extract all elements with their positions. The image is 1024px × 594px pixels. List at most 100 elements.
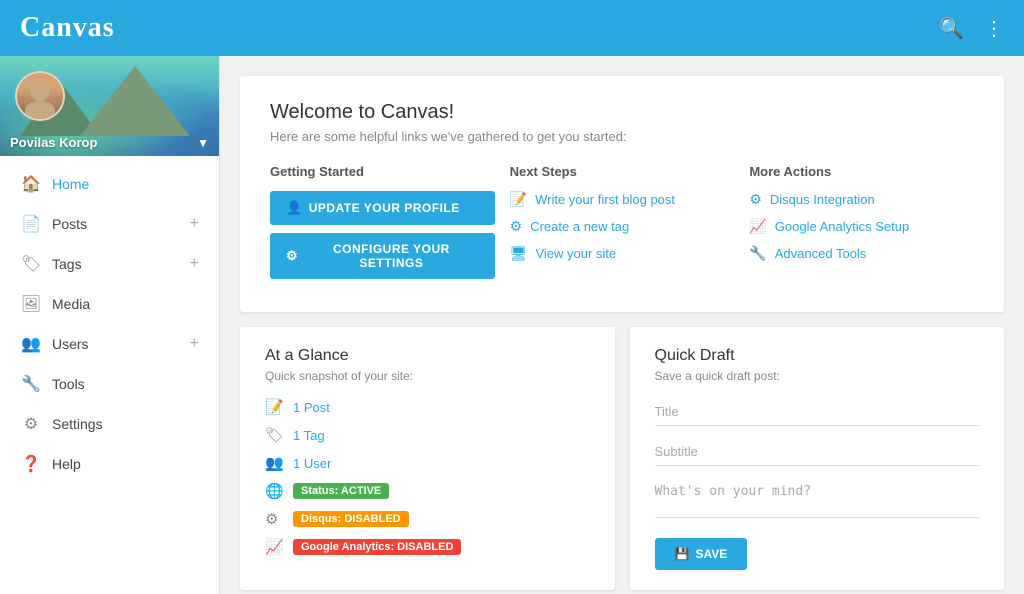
tags-count-link[interactable]: 1 Tag	[293, 428, 325, 443]
draft-title-input[interactable]	[655, 398, 980, 426]
media-icon: 🖼	[20, 294, 42, 314]
add-post-icon[interactable]: +	[190, 215, 199, 233]
disqus-glance-icon: ⚙	[265, 510, 283, 528]
glance-posts-item: 📝 1 Post	[265, 398, 590, 416]
glance-users-item: 👥 1 User	[265, 454, 590, 472]
disqus-badge: Disqus: DISABLED	[293, 511, 409, 527]
more-actions-col: More Actions ⚙ Disqus Integration 📈 Goog…	[749, 164, 974, 287]
sidebar-item-label: Home	[52, 176, 199, 192]
next-steps-heading: Next Steps	[510, 164, 735, 179]
welcome-card: Welcome to Canvas! Here are some helpful…	[240, 76, 1004, 312]
header: Canvas 🔍 ⋮	[0, 0, 1024, 56]
tools-icon: 🔧	[20, 374, 42, 394]
globe-icon: 🌐	[265, 482, 283, 500]
analytics-icon: 📈	[749, 218, 766, 235]
glance-disqus-item: ⚙ Disqus: DISABLED	[265, 510, 590, 528]
users-count-link[interactable]: 1 User	[293, 456, 331, 471]
user-icon: 👤	[286, 200, 303, 216]
sidebar-item-label: Posts	[52, 216, 190, 232]
update-profile-label: UPDATE YOUR PROFILE	[309, 201, 460, 215]
add-user-icon[interactable]: +	[190, 335, 199, 353]
save-icon: 💾	[675, 547, 690, 561]
sidebar-item-media[interactable]: 🖼 Media	[0, 284, 219, 324]
glance-tags-item: 🏷 1 Tag	[265, 426, 590, 444]
sidebar-item-help[interactable]: ❓ Help	[0, 444, 219, 484]
help-icon: ❓	[20, 454, 42, 474]
tags-icon: 🏷	[20, 254, 42, 274]
sidebar-item-tags[interactable]: 🏷 Tags +	[0, 244, 219, 284]
sidebar-item-label: Users	[52, 336, 190, 352]
create-tag-link[interactable]: ⚙ Create a new tag	[510, 218, 735, 235]
sidebar-item-label: Media	[52, 296, 199, 312]
tag-circle-icon: ⚙	[510, 218, 523, 235]
welcome-grid: Getting Started 👤 UPDATE YOUR PROFILE ⚙ …	[270, 164, 974, 287]
body-wrap: Povilas Korop ▼ 🏠 Home 📄 Posts + 🏷 Tags …	[0, 56, 1024, 594]
disqus-integration-link[interactable]: ⚙ Disqus Integration	[749, 191, 974, 208]
gear-icon: ⚙	[286, 248, 298, 264]
posts-icon: 📄	[20, 214, 42, 234]
google-analytics-link[interactable]: 📈 Google Analytics Setup	[749, 218, 974, 235]
configure-settings-button[interactable]: ⚙ CONFIGURE YOUR SETTINGS	[270, 233, 495, 279]
welcome-title: Welcome to Canvas!	[270, 101, 974, 124]
google-analytics-label: Google Analytics Setup	[775, 219, 909, 234]
sidebar-item-label: Tools	[52, 376, 199, 392]
sidebar-item-label: Settings	[52, 416, 199, 432]
write-blog-post-link[interactable]: 📝 Write your first blog post	[510, 191, 735, 208]
search-icon[interactable]: 🔍	[939, 16, 964, 41]
sidebar-item-settings[interactable]: ⚙ Settings	[0, 404, 219, 444]
more-menu-icon[interactable]: ⋮	[984, 16, 1004, 41]
save-draft-button[interactable]: 💾 SAVE	[655, 538, 748, 570]
write-blog-post-label: Write your first blog post	[535, 192, 675, 207]
advanced-tools-link[interactable]: 🔧 Advanced Tools	[749, 245, 974, 262]
header-actions: 🔍 ⋮	[939, 16, 1004, 41]
posts-count-link[interactable]: 1 Post	[293, 400, 330, 415]
sidebar-item-tools[interactable]: 🔧 Tools	[0, 364, 219, 404]
avatar-image	[17, 73, 63, 119]
getting-started-col: Getting Started 👤 UPDATE YOUR PROFILE ⚙ …	[270, 164, 495, 287]
tags-glance-icon: 🏷	[265, 426, 283, 444]
home-icon: 🏠	[20, 174, 42, 194]
draft-body-textarea[interactable]	[655, 478, 980, 518]
username: Povilas Korop	[10, 135, 97, 150]
glance-title: At a Glance	[265, 347, 590, 365]
advanced-tools-label: Advanced Tools	[775, 246, 867, 261]
main-content: Welcome to Canvas! Here are some helpful…	[220, 56, 1024, 594]
sidebar-nav: 🏠 Home 📄 Posts + 🏷 Tags + 🖼 Media 👥 User…	[0, 156, 219, 594]
add-tag-icon[interactable]: +	[190, 255, 199, 273]
glance-status-item: 🌐 Status: ACTIVE	[265, 482, 590, 500]
status-badge: Status: ACTIVE	[293, 483, 389, 499]
sidebar-item-users[interactable]: 👥 Users +	[0, 324, 219, 364]
posts-glance-icon: 📝	[265, 398, 283, 416]
sidebar-profile: Povilas Korop ▼	[0, 56, 219, 156]
sidebar-item-label: Tags	[52, 256, 190, 272]
view-site-link[interactable]: 🖥 View your site	[510, 245, 735, 262]
sidebar: Povilas Korop ▼ 🏠 Home 📄 Posts + 🏷 Tags …	[0, 56, 220, 594]
welcome-subtitle: Here are some helpful links we've gather…	[270, 129, 974, 144]
draft-subtitle-input[interactable]	[655, 438, 980, 466]
disqus-icon: ⚙	[749, 191, 762, 208]
sidebar-item-label: Help	[52, 456, 199, 472]
sidebar-item-posts[interactable]: 📄 Posts +	[0, 204, 219, 244]
quick-draft-title: Quick Draft	[655, 347, 980, 365]
analytics-glance-icon: 📈	[265, 538, 283, 556]
blog-icon: 📝	[510, 191, 527, 208]
glance-analytics-item: 📈 Google Analytics: DISABLED	[265, 538, 590, 556]
save-label: SAVE	[695, 547, 727, 561]
glance-subtitle: Quick snapshot of your site:	[265, 369, 590, 383]
sidebar-item-home[interactable]: 🏠 Home	[0, 164, 219, 204]
update-profile-button[interactable]: 👤 UPDATE YOUR PROFILE	[270, 191, 495, 225]
wrench-icon: 🔧	[749, 245, 766, 262]
next-steps-col: Next Steps 📝 Write your first blog post …	[510, 164, 735, 287]
create-tag-label: Create a new tag	[530, 219, 629, 234]
sidebar-username-row[interactable]: Povilas Korop ▼	[10, 135, 209, 150]
chevron-down-icon: ▼	[197, 136, 209, 150]
logo: Canvas	[20, 12, 115, 44]
analytics-badge: Google Analytics: DISABLED	[293, 539, 461, 555]
view-site-label: View your site	[535, 246, 616, 261]
quick-draft-card: Quick Draft Save a quick draft post: 💾 S…	[630, 327, 1005, 590]
settings-icon: ⚙	[20, 414, 42, 434]
at-a-glance-card: At a Glance Quick snapshot of your site:…	[240, 327, 615, 590]
users-glance-icon: 👥	[265, 454, 283, 472]
more-actions-heading: More Actions	[749, 164, 974, 179]
bottom-row: At a Glance Quick snapshot of your site:…	[240, 327, 1004, 590]
